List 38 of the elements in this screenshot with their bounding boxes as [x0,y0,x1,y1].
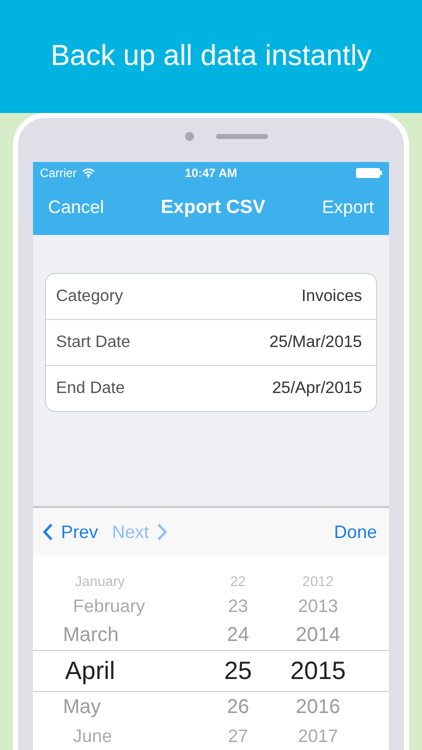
day-option[interactable]: 22 [198,573,278,589]
year-option[interactable]: 2017 [278,726,358,746]
headline: Back up all data instantly [50,40,372,73]
carrier-label: Carrier [40,166,77,180]
battery-icon [356,168,382,178]
day-option[interactable]: 25 [198,656,278,686]
field-label: Category [56,287,123,306]
field-value[interactable]: 25/Apr/2015 [272,379,362,398]
speaker-icon [216,134,268,138]
status-time: 10:47 AM [184,166,238,180]
field-label: End Date [56,379,125,398]
wifi-icon [82,168,95,178]
year-option[interactable]: 2015 [278,656,358,686]
field-value[interactable]: Invoices [301,287,362,306]
prev-button[interactable]: Prev [43,522,98,542]
day-option[interactable]: 23 [198,596,278,616]
cancel-button[interactable]: Cancel [48,197,104,218]
month-option[interactable]: January [33,573,178,589]
month-option[interactable]: February [33,596,178,616]
chevron-right-icon [157,523,168,541]
month-option[interactable]: March [33,624,178,646]
year-option[interactable]: 2014 [278,624,358,646]
field-value[interactable]: 25/Mar/2015 [269,333,362,352]
month-option[interactable]: April [33,656,178,686]
camera-icon [184,132,194,140]
field-label: Start Date [56,333,130,352]
month-option[interactable]: June [33,726,178,746]
export-button[interactable]: Export [322,197,374,218]
year-option[interactable]: 2012 [278,573,358,589]
year-option[interactable]: 2016 [278,696,358,718]
done-button[interactable]: Done [334,522,377,542]
nav-title: Export CSV [160,196,266,218]
year-option[interactable]: 2013 [278,596,358,616]
month-option[interactable]: May [33,696,178,718]
day-option[interactable]: 26 [198,696,278,718]
day-option[interactable]: 27 [198,726,278,746]
chevron-left-icon [43,523,53,541]
day-option[interactable]: 24 [198,624,278,646]
